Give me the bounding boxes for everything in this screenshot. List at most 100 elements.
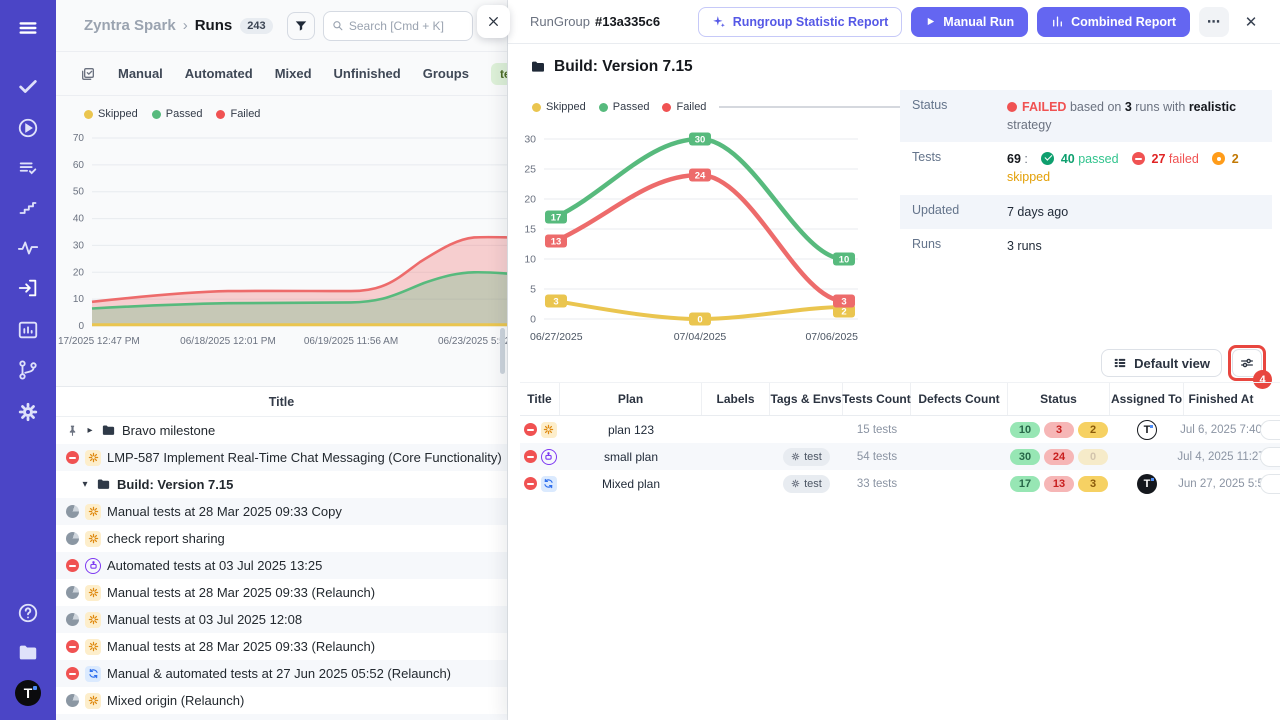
sign-in-icon[interactable]	[15, 275, 41, 301]
run-row-group-selected[interactable]: ▾ Build: Version 7.15	[56, 471, 507, 498]
help-icon[interactable]	[15, 600, 41, 626]
activity-icon[interactable]	[15, 235, 41, 261]
col-tags-envs[interactable]: Tags & Envs	[770, 383, 843, 415]
tab-manual[interactable]: Manual	[118, 66, 163, 81]
legend-passed: Passed	[152, 108, 203, 120]
finished-at: Jul 4, 2025 11:27	[1184, 443, 1258, 470]
run-title: Manual tests at 03 Jul 2025 12:08	[107, 612, 302, 627]
combined-report-button[interactable]: Combined Report	[1037, 7, 1190, 37]
col-plan[interactable]: Plan	[560, 383, 702, 415]
rungroup-id: #13a335c6	[595, 14, 660, 29]
caret-down-icon[interactable]: ▾	[80, 479, 90, 490]
rungroup-title: Build: Version 7.15	[530, 58, 693, 76]
skipped-badge: 2	[1078, 422, 1108, 438]
run-row-partial[interactable]	[56, 714, 507, 720]
updated-value: 7 days ago	[1007, 203, 1068, 221]
bar-chart-icon[interactable]	[15, 317, 41, 343]
branch-icon[interactable]	[15, 357, 41, 383]
table-row-mixed-plan[interactable]: Mixed plan test 33 tests 17 13 3 T Jun 2…	[520, 470, 1280, 497]
drawer-close-button[interactable]: ✕	[1238, 9, 1264, 35]
tab-automated[interactable]: Automated	[185, 66, 253, 81]
run-row-milestone[interactable]: ▸ Bravo milestone	[56, 417, 507, 444]
play-circle-icon[interactable]	[15, 115, 41, 141]
caret-right-icon[interactable]: ▸	[85, 425, 95, 436]
failed-status-icon	[524, 477, 537, 490]
runs-header: Zyntra Spark › Runs 243	[56, 0, 507, 52]
svg-text:30: 30	[695, 135, 706, 146]
menu-icon[interactable]	[15, 15, 41, 41]
rungroup-info-panel: Status FAILED based on 3 runs with reali…	[900, 90, 1272, 263]
runs-label: Runs	[912, 237, 1007, 255]
tab-unfinished[interactable]: Unfinished	[334, 66, 401, 81]
assignee-avatar[interactable]: T	[1137, 474, 1157, 494]
more-actions-button[interactable]: ⋯	[1199, 7, 1229, 37]
filter-button[interactable]	[287, 12, 315, 40]
run-row[interactable]: Manual & automated tests at 27 Jun 2025 …	[56, 660, 507, 687]
row-actions-cut[interactable]	[1260, 447, 1280, 467]
default-view-button[interactable]: Default view	[1101, 349, 1222, 377]
run-title: Manual tests at 28 Mar 2025 09:33 (Relau…	[107, 639, 375, 654]
svg-text:30: 30	[73, 240, 85, 251]
drawer-close-side-button[interactable]	[477, 5, 510, 38]
search-input[interactable]	[349, 19, 464, 33]
run-row[interactable]: Manual tests at 28 Mar 2025 09:33 Copy	[56, 498, 507, 525]
plan-name[interactable]: small plan	[560, 443, 702, 470]
drawer-header: RunGroup #13a335c6 Rungroup Statistic Re…	[508, 0, 1280, 44]
svg-text:06/18/2025 12:01 PM: 06/18/2025 12:01 PM	[180, 336, 276, 347]
list-check-icon[interactable]	[15, 155, 41, 181]
col-defects-count[interactable]: Defects Count	[911, 383, 1008, 415]
col-tests-count[interactable]: Tests Count	[843, 383, 911, 415]
mixed-run-icon	[85, 666, 101, 682]
tab-mixed[interactable]: Mixed	[275, 66, 312, 81]
run-tabs: Manual Automated Mixed Unfinished Groups…	[56, 52, 507, 96]
rungroup-statistic-report-button[interactable]: Rungroup Statistic Report	[698, 7, 903, 37]
svg-text:06/27/2025: 06/27/2025	[530, 331, 583, 343]
tab-groups[interactable]: Groups	[423, 66, 469, 81]
manual-run-button[interactable]: Manual Run	[911, 7, 1028, 37]
assigned-cell	[1110, 443, 1184, 470]
search-box[interactable]	[323, 11, 473, 41]
steps-icon[interactable]	[15, 195, 41, 221]
table-row-small-plan[interactable]: small plan test 54 tests 30 24 0 Jul 4, …	[520, 443, 1280, 470]
col-status[interactable]: Status	[1008, 383, 1110, 415]
tag-test[interactable]: test	[783, 475, 830, 493]
row-actions-cut[interactable]	[1260, 420, 1280, 440]
col-finished-at[interactable]: Finished At	[1184, 383, 1258, 415]
run-row[interactable]: LMP-587 Implement Real-Time Chat Messagi…	[56, 444, 507, 471]
run-row[interactable]: Mixed origin (Relaunch)	[56, 687, 507, 714]
plan-name[interactable]: plan 123	[560, 416, 702, 443]
bar-chart-icon	[1051, 15, 1064, 28]
run-row[interactable]: Manual tests at 28 Mar 2025 09:33 (Relau…	[56, 633, 507, 660]
col-assigned-to[interactable]: Assigned To	[1110, 383, 1184, 415]
tag-test[interactable]: test	[783, 448, 830, 466]
assignee-avatar[interactable]: T	[1137, 420, 1157, 440]
tags-cell: test	[770, 443, 843, 470]
sidebar-bottom: T	[15, 600, 41, 720]
col-labels[interactable]: Labels	[702, 383, 770, 415]
plan-name[interactable]: Mixed plan	[560, 470, 702, 497]
passed-dot	[152, 110, 161, 119]
drawer-actions: Rungroup Statistic Report Manual Run Com…	[698, 7, 1264, 37]
scrollbar-thumb[interactable]	[500, 328, 505, 374]
breadcrumb-project[interactable]: Zyntra Spark	[84, 17, 176, 34]
tag-pill-test-work[interactable]: test work	[491, 63, 508, 85]
run-row[interactable]: check report sharing	[56, 525, 507, 552]
settings-gear-icon[interactable]	[15, 399, 41, 425]
folder-icon[interactable]	[15, 640, 41, 666]
col-title[interactable]: Title	[520, 383, 560, 415]
user-avatar[interactable]: T	[15, 680, 41, 706]
table-row-plan-123[interactable]: plan 123 15 tests 10 3 2 T Jul 6, 2025 7…	[520, 416, 1280, 443]
table-header-row: Title Plan Labels Tags & Envs Tests Coun…	[520, 382, 1280, 416]
run-row[interactable]: Automated tests at 03 Jul 2025 13:25	[56, 552, 507, 579]
automated-run-icon	[85, 558, 101, 574]
run-row[interactable]: Manual tests at 03 Jul 2025 12:08	[56, 606, 507, 633]
manual-run-icon	[85, 693, 101, 709]
check-icon[interactable]	[15, 73, 41, 99]
select-all-icon[interactable]	[80, 66, 96, 82]
run-title: LMP-587 Implement Real-Time Chat Messagi…	[107, 450, 502, 465]
drawer-chart-legend: Skipped Passed Failed	[532, 100, 949, 114]
svg-text:3: 3	[841, 297, 846, 308]
run-row[interactable]: Manual tests at 28 Mar 2025 09:33 (Relau…	[56, 579, 507, 606]
table-settings-button[interactable]: 4	[1232, 349, 1262, 377]
row-actions-cut[interactable]	[1260, 474, 1280, 494]
